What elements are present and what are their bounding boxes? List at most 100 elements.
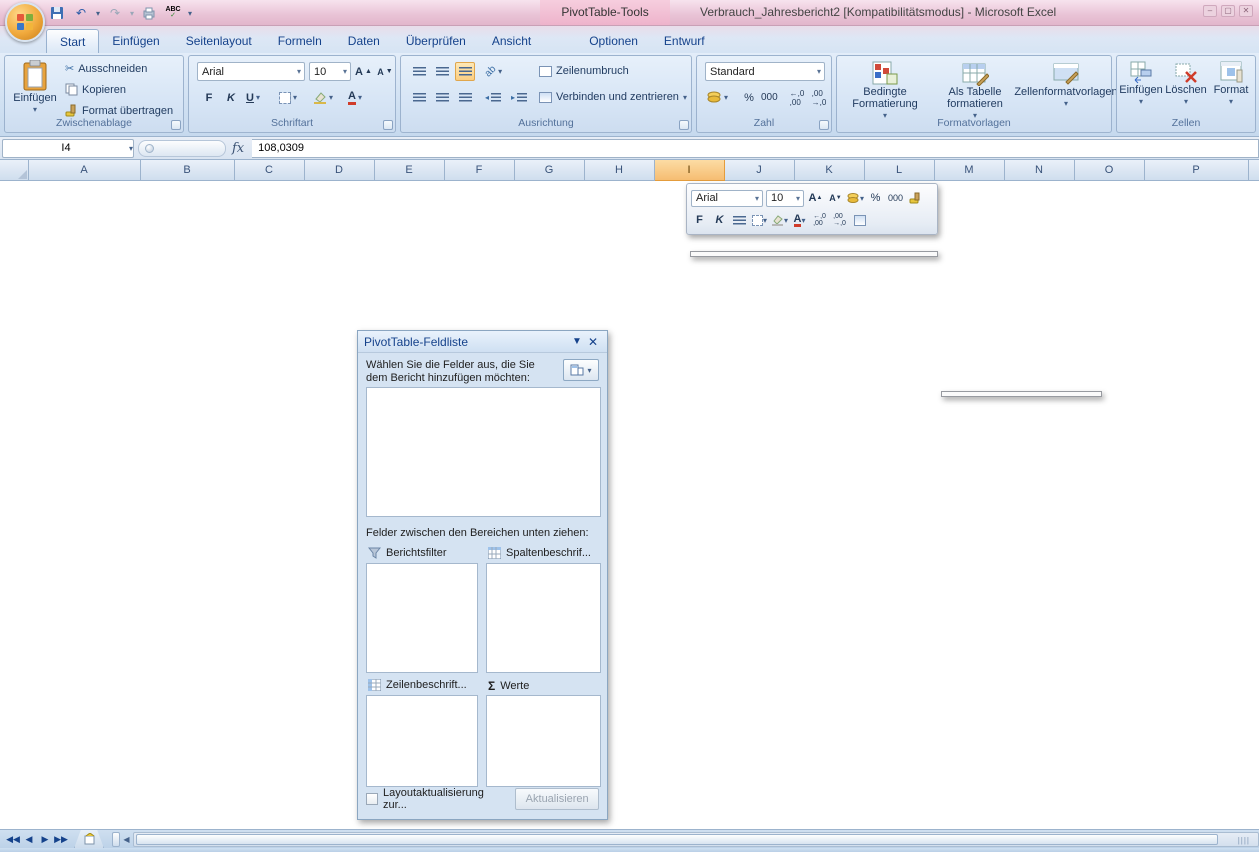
tab-entwurf[interactable]: Entwurf	[651, 29, 718, 53]
merge-center-button[interactable]: Verbinden und zentrieren▾	[539, 91, 687, 103]
qat-customize-icon[interactable]: ▾	[188, 9, 192, 18]
decrease-indent-button[interactable]: ◂	[483, 88, 503, 107]
column-header-A[interactable]: A	[28, 160, 140, 180]
increase-indent-button[interactable]: ▸	[509, 88, 529, 107]
tab-optionen[interactable]: Optionen	[576, 29, 651, 53]
column-header-I[interactable]: I	[654, 160, 724, 180]
align-top-button[interactable]	[409, 62, 429, 81]
worksheet-grid[interactable]: ABCDEFGHIJKLMNOP	[0, 160, 1259, 829]
mini-bold-button[interactable]: F	[691, 211, 708, 229]
column-header-J[interactable]: J	[724, 160, 794, 180]
update-button[interactable]: Aktualisieren	[515, 788, 599, 810]
mini-shrink-font-button[interactable]: A▼	[827, 189, 844, 207]
column-header-E[interactable]: E	[374, 160, 444, 180]
borders-button[interactable]: ▾	[277, 88, 299, 107]
defer-layout-checkbox[interactable]	[366, 793, 378, 805]
font-name-combo[interactable]: Arial▾	[197, 62, 305, 81]
shrink-font-button[interactable]: A▼	[375, 62, 395, 81]
align-left-button[interactable]	[409, 88, 429, 107]
increase-decimal-button[interactable]: ←,0,00	[787, 88, 807, 107]
prev-sheet-icon[interactable]: ◀	[22, 834, 36, 845]
tab-start[interactable]: Start	[46, 29, 99, 53]
print-icon[interactable]	[140, 4, 158, 22]
orientation-button[interactable]: ab▾	[483, 62, 504, 81]
grow-font-button[interactable]: A▲	[353, 62, 374, 81]
column-header-N[interactable]: N	[1004, 160, 1074, 180]
column-header-B[interactable]: B	[140, 160, 234, 180]
font-dialog-launcher-icon[interactable]	[383, 120, 393, 130]
undo-dropdown-icon[interactable]: ▾	[96, 9, 100, 18]
column-header-M[interactable]: M	[934, 160, 1004, 180]
percent-style-button[interactable]: %	[739, 88, 759, 107]
tab-einfügen[interactable]: Einfügen	[99, 29, 172, 53]
column-header-K[interactable]: K	[794, 160, 864, 180]
align-right-button[interactable]	[455, 88, 475, 107]
pane-layout-button[interactable]: ▾	[563, 359, 599, 381]
conditional-formatting-button[interactable]: Bedingte Formatierung▾	[843, 60, 927, 122]
area-report-filter[interactable]	[366, 563, 478, 673]
tab-ansicht[interactable]: Ansicht	[479, 29, 544, 53]
redo-icon[interactable]: ↷	[106, 4, 124, 22]
format-as-table-button[interactable]: Als Tabelle formatieren▾	[933, 60, 1017, 122]
minimize-icon[interactable]: –	[1203, 5, 1217, 17]
tab-daten[interactable]: Daten	[335, 29, 393, 53]
cut-button[interactable]: ✂Ausschneiden	[65, 62, 147, 75]
fill-color-button[interactable]: ▾	[311, 88, 335, 107]
font-size-combo[interactable]: 10▾	[309, 62, 351, 81]
mini-increase-decimal-button[interactable]: ←,0,00	[811, 211, 828, 229]
bold-button[interactable]: F	[199, 88, 219, 107]
wrap-text-button[interactable]: Zeilenumbruch	[539, 65, 629, 77]
font-color-button[interactable]: A▾	[345, 88, 365, 107]
delete-cells-button[interactable]: Löschen▾	[1165, 60, 1207, 108]
align-bottom-button[interactable]	[455, 62, 475, 81]
mini-merge-button[interactable]	[851, 211, 868, 229]
area-values[interactable]	[486, 695, 601, 787]
mini-font-size-combo[interactable]: 10▾	[766, 190, 804, 207]
paste-button[interactable]: Einfügen▾	[11, 60, 59, 116]
column-header-F[interactable]: F	[444, 160, 514, 180]
tab-split-handle[interactable]	[112, 832, 120, 847]
insert-cells-button[interactable]: Einfügen▾	[1119, 60, 1163, 108]
comma-style-button[interactable]: 000	[759, 88, 780, 107]
resize-grip-icon[interactable]: ||||	[1238, 836, 1250, 845]
mini-decrease-decimal-button[interactable]: ,00→,0	[831, 211, 848, 229]
formula-input[interactable]: 108,0309	[252, 139, 1259, 158]
copy-button[interactable]: Kopieren	[65, 83, 126, 96]
close-icon[interactable]: ✕	[1239, 5, 1253, 17]
tab-formeln[interactable]: Formeln	[265, 29, 335, 53]
clipboard-dialog-launcher-icon[interactable]	[171, 120, 181, 130]
hscroll-thumb[interactable]	[136, 834, 1218, 845]
pane-title-bar[interactable]: PivotTable-Feldliste ▼ ✕	[358, 331, 607, 353]
mini-font-name-combo[interactable]: Arial▾	[691, 190, 763, 207]
format-painter-button[interactable]: Format übertragen	[65, 104, 173, 117]
mini-align-center-button[interactable]	[731, 211, 748, 229]
column-header-H[interactable]: H	[584, 160, 654, 180]
insert-function-icon[interactable]: fx	[232, 141, 244, 156]
cell-styles-button[interactable]: Zellenformatvorlagen▾	[1023, 60, 1109, 110]
pane-close-icon[interactable]: ✕	[585, 334, 601, 350]
area-column-labels[interactable]	[486, 563, 601, 673]
column-header-C[interactable]: C	[234, 160, 304, 180]
first-sheet-icon[interactable]: ◀◀	[6, 834, 20, 845]
maximize-icon[interactable]: ▢	[1221, 5, 1235, 17]
accounting-format-button[interactable]: ▾	[705, 88, 730, 107]
decrease-decimal-button[interactable]: ,00→,0	[809, 88, 829, 107]
office-button[interactable]	[5, 2, 45, 42]
tab-seitenlayout[interactable]: Seitenlayout	[173, 29, 265, 53]
mini-comma-button[interactable]: 000	[887, 189, 904, 207]
format-cells-button[interactable]: Format▾	[1209, 60, 1253, 108]
column-header-O[interactable]: O	[1074, 160, 1144, 180]
spelling-icon[interactable]: ABC✓	[164, 4, 182, 22]
alignment-dialog-launcher-icon[interactable]	[679, 120, 689, 130]
mini-grow-font-button[interactable]: A▲	[807, 189, 824, 207]
mini-accounting-button[interactable]: ▾	[847, 189, 864, 207]
select-all-corner[interactable]	[0, 160, 28, 180]
number-format-combo[interactable]: Standard▾	[705, 62, 825, 81]
column-header-P[interactable]: P	[1144, 160, 1248, 180]
next-sheet-icon[interactable]: ▶	[38, 834, 52, 845]
redo-dropdown-icon[interactable]: ▾	[130, 9, 134, 18]
mini-font-color-button[interactable]: A▾	[791, 211, 808, 229]
align-middle-button[interactable]	[432, 62, 452, 81]
italic-button[interactable]: K	[221, 88, 241, 107]
mini-percent-button[interactable]: %	[867, 189, 884, 207]
